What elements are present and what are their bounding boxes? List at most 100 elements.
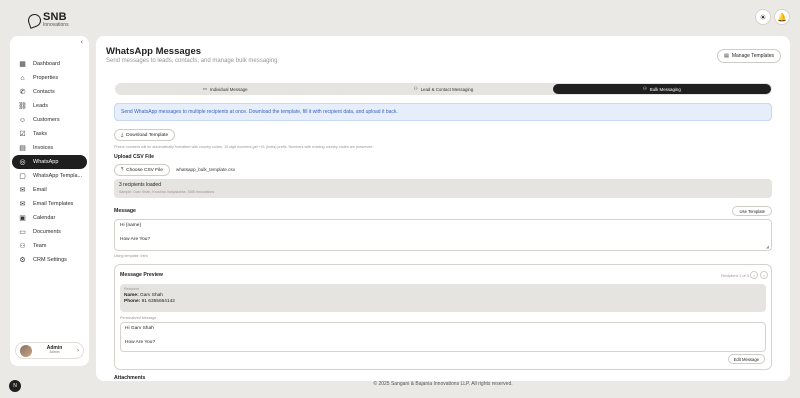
download-template-button[interactable]: ⤓ Download Template [114,129,176,141]
sidebar-item-label: Email [33,187,47,193]
assistant-icon: N [13,383,17,389]
team-icon: ⚇ [19,243,26,250]
tab-individual-message[interactable]: ▭ Individual Message [116,84,334,94]
phone-format-hint: Phone numbers will be automatically form… [114,145,374,149]
tab-label: Bulk Messaging [649,86,681,92]
sidebar-item-dashboard[interactable]: ▦ Dashboard [12,57,87,71]
edit-message-label: Edit Message [733,356,759,362]
file-icon: ▤ [19,145,26,152]
avatar [20,344,32,357]
personalized-message: Hi Garv Shah How Are You? [120,322,766,352]
choose-csv-label: Choose CSV File [126,167,163,173]
sidebar-item-label: Team [33,243,47,249]
sidebar-item-invoices[interactable]: ▤ Invoices [12,141,87,155]
mail-template-icon: ✉ [19,201,26,208]
sidebar-item-customers[interactable]: ☺ Customers [12,113,87,127]
sidebar-item-label: CRM Settings [33,257,67,263]
theme-toggle-button[interactable]: ☀ [755,9,771,25]
sidebar-item-contacts[interactable]: ✆ Contacts [12,85,87,99]
sidebar-item-label: Calendar [33,215,56,221]
resize-handle-icon[interactable]: ◢ [766,244,769,249]
notifications-button[interactable]: 🔔 [774,9,790,25]
edit-message-button[interactable]: Edit Message [727,354,765,364]
calendar-icon: ▣ [19,215,26,222]
recipient-caption: Recipient [124,287,139,291]
document-icon: ▤ [724,53,729,59]
recipients-loaded-panel: 3 recipients loaded Sample: Garv Shah, K… [114,179,772,198]
recipients-sample: Sample: Garv Shah, Krushna Variyakanta, … [119,190,215,194]
sidebar-item-crm-settings[interactable]: ⚙ CRM Settings [12,253,87,267]
profile-card[interactable]: Admin Admin › [15,342,84,359]
chevron-right-icon: › [77,347,79,354]
whatsapp-icon: ◎ [19,159,26,166]
sidebar-item-label: Invoices [33,145,54,151]
sidebar-item-whatsapp[interactable]: ◎ WhatsApp [12,155,87,169]
collapse-sidebar-button[interactable]: ‹ [81,39,83,46]
recipient-details: Recipient Name: Garv Shah Phone: 91 6355… [120,284,766,312]
download-icon: ⤓ [121,133,124,138]
bell-icon: 🔔 [777,12,787,22]
tab-label: Lead & Contact Messaging [420,86,474,92]
tab-lead-contact-messaging[interactable]: ⚇ Lead & Contact Messaging [334,84,552,94]
message-tabs: ▭ Individual Message ⚇ Lead & Contact Me… [115,83,772,95]
sidebar-item-calendar[interactable]: ▣ Calendar [12,211,87,225]
message-line: How Are You? [120,237,151,242]
sidebar-item-label: Email Templates [33,201,74,207]
sidebar-item-email-templates[interactable]: ✉ Email Templates [12,197,87,211]
name-label: Name: [124,293,139,298]
chevron-left-icon: ‹ [80,39,83,46]
brand-tagline: Innovations [43,22,69,28]
message-line [120,230,766,237]
using-template-hint: Using template: intro [114,254,148,258]
top-bar: SNB Innovations ☀ 🔔 [0,0,800,34]
link-icon: ⛓ [18,103,27,110]
personalized-line [125,333,761,340]
footer-copyright: © 2025 Sangani & Bajania Innovations LLP… [373,381,513,387]
sidebar-item-team[interactable]: ⚇ Team [12,239,87,253]
upload-icon: ⤒ [121,168,124,173]
sidebar-item-label: Documents [33,229,61,235]
download-template-label: Download Template [126,132,169,138]
sun-icon: ☀ [759,12,767,22]
folder-icon: ▭ [19,229,26,236]
sidebar-item-whatsapp-templa[interactable]: ▢ WhatsApp Templa... [12,169,87,183]
sidebar-item-email[interactable]: ✉ Email [12,183,87,197]
sidebar-item-label: Properties [33,75,59,81]
use-template-label: Use Template [739,208,765,214]
sidebar-item-label: Dashboard [33,61,60,67]
page-title: WhatsApp Messages [106,46,202,57]
mail-icon: ✉ [19,187,26,194]
brand-logo[interactable]: SNB Innovations [26,12,69,29]
gear-icon: ⚙ [19,257,26,264]
home-icon: ⌂ [20,74,25,82]
use-template-button[interactable]: Use Template [732,206,772,216]
recipient-phone: 91 6355664142 [141,299,175,304]
recipient-counter: Recipient 1 of 3 [721,273,749,278]
personalized-caption: Personalized Message [120,316,157,320]
sidebar-item-tasks[interactable]: ☑ Tasks [12,127,87,141]
message-label: Message [114,208,136,214]
recipient-name: Garv Shah [140,293,163,298]
sidebar-item-label: WhatsApp Templa... [33,173,83,179]
choose-csv-button[interactable]: ⤒ Choose CSV File [114,164,170,176]
sidebar-item-properties[interactable]: ⌂ Properties [12,71,87,85]
phone-icon: ✆ [19,89,26,96]
message-textarea[interactable]: Hi {name} How Are You? ◢ [114,219,772,251]
users-icon: ⚇ [642,86,647,91]
assistant-fab-button[interactable]: N [9,380,21,392]
sidebar-item-leads[interactable]: ⛓ Leads [12,99,87,113]
check-square-icon: ☑ [19,131,26,138]
document-icon: ▢ [19,173,26,180]
next-recipient-button[interactable]: › [760,271,768,279]
info-banner: Send WhatsApp messages to multiple recip… [114,103,772,121]
sidebar-item-label: Contacts [33,89,55,95]
user-icon: ☺ [18,116,27,124]
chevron-left-icon: ‹ [753,272,755,278]
message-square-icon: ▭ [202,86,207,91]
previous-recipient-button[interactable]: ‹ [750,271,758,279]
sidebar-item-documents[interactable]: ▭ Documents [12,225,87,239]
tab-bulk-messaging[interactable]: ⚇ Bulk Messaging [552,84,771,94]
personalized-line: Hi Garv Shah [125,326,154,331]
manage-templates-button[interactable]: ▤ Manage Templates [717,49,781,63]
grid-icon: ▦ [19,61,26,68]
